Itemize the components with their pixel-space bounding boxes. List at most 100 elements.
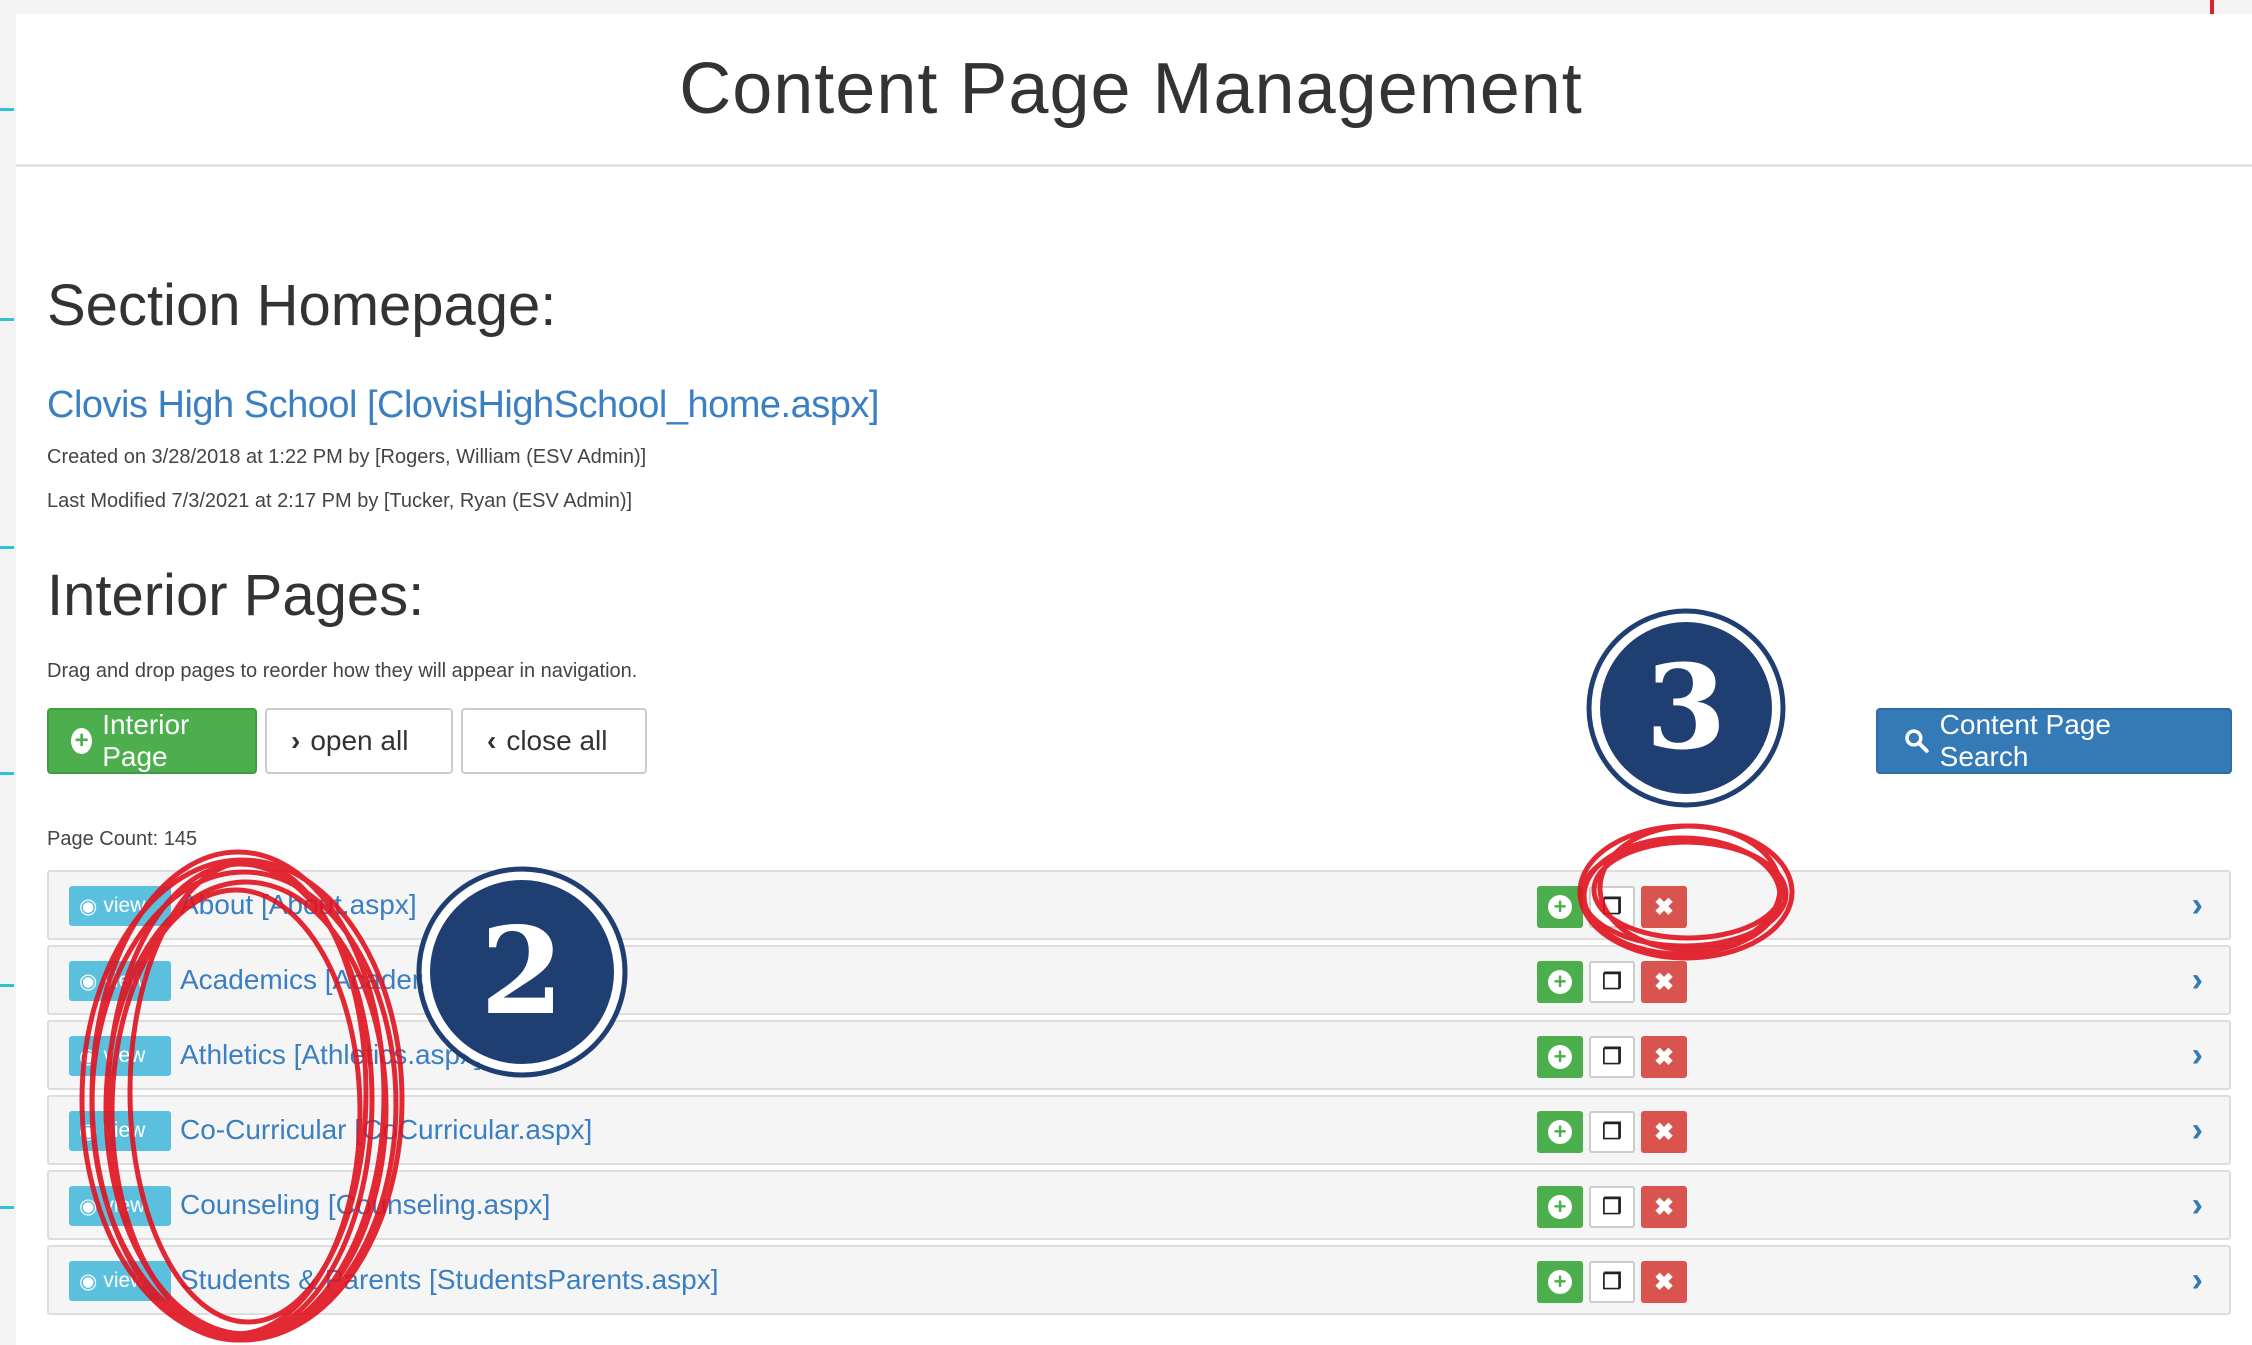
- delete-page-button[interactable]: ✖: [1641, 1261, 1687, 1303]
- list-item[interactable]: ◉ view Students & Parents [StudentsParen…: [47, 1245, 2231, 1315]
- view-label: view: [103, 969, 146, 992]
- copy-page-button[interactable]: ❐: [1589, 1111, 1635, 1153]
- expand-chevron-icon[interactable]: ›: [2192, 886, 2203, 925]
- view-button[interactable]: ◉ view: [69, 886, 171, 926]
- copy-page-button[interactable]: ❐: [1589, 1261, 1635, 1303]
- close-icon: ✖: [1653, 1118, 1675, 1146]
- page-link[interactable]: About [About.aspx]: [180, 889, 417, 921]
- copy-icon: ❐: [1602, 1269, 1622, 1294]
- interior-page-list: ◉ view About [About.aspx] + ❐ ✖ › ◉ view…: [47, 870, 2231, 1320]
- view-button[interactable]: ◉ view: [69, 1261, 171, 1301]
- page-header: Content Page Management: [16, 14, 2252, 167]
- copy-icon: ❐: [1602, 1119, 1622, 1144]
- content-panel: Content Page Management Section Homepage…: [16, 14, 2252, 1345]
- modified-info: Last Modified 7/3/2021 at 2:17 PM by [Tu…: [47, 490, 633, 512]
- close-icon: ✖: [1653, 893, 1675, 921]
- chevron-right-icon: ›: [291, 725, 301, 756]
- page-link[interactable]: Academics [Academics.aspx]: [180, 964, 544, 996]
- eye-icon: ◉: [79, 969, 98, 993]
- open-all-label: open all: [310, 725, 409, 756]
- eye-icon: ◉: [79, 1044, 98, 1068]
- content-page-search-button[interactable]: Content Page Search: [1876, 708, 2232, 774]
- row-actions: + ❐ ✖: [1537, 886, 1687, 928]
- add-subpage-button[interactable]: +: [1537, 886, 1583, 928]
- view-button[interactable]: ◉ view: [69, 1186, 171, 1226]
- page-link[interactable]: Co-Curricular [CoCurricular.aspx]: [180, 1114, 592, 1146]
- close-all-label: close all: [506, 725, 608, 756]
- view-button[interactable]: ◉ view: [69, 961, 171, 1001]
- page-toolbar: + Interior Page › open all ‹ close all: [47, 708, 647, 774]
- view-button[interactable]: ◉ view: [69, 1111, 171, 1151]
- page-link[interactable]: Counseling [Counseling.aspx]: [180, 1189, 550, 1221]
- eye-icon: ◉: [79, 1269, 98, 1293]
- plus-circle-icon: +: [71, 728, 93, 754]
- row-actions: + ❐ ✖: [1537, 1111, 1687, 1153]
- add-interior-page-label: Interior Page: [102, 709, 190, 772]
- row-actions: + ❐ ✖: [1537, 1261, 1687, 1303]
- plus-circle-icon: +: [1548, 1194, 1572, 1219]
- plus-circle-icon: +: [1548, 1044, 1572, 1069]
- copy-icon: ❐: [1602, 1044, 1622, 1069]
- add-interior-page-button[interactable]: + Interior Page: [47, 708, 257, 774]
- expand-chevron-icon[interactable]: ›: [2192, 961, 2203, 1000]
- view-label: view: [103, 894, 146, 917]
- add-subpage-button[interactable]: +: [1537, 1261, 1583, 1303]
- eye-icon: ◉: [79, 1194, 98, 1218]
- expand-chevron-icon[interactable]: ›: [2192, 1036, 2203, 1075]
- view-button[interactable]: ◉ view: [69, 1036, 171, 1076]
- copy-icon: ❐: [1602, 894, 1622, 919]
- copy-page-button[interactable]: ❐: [1589, 1036, 1635, 1078]
- list-item[interactable]: ◉ view About [About.aspx] + ❐ ✖ ›: [47, 870, 2231, 940]
- corner-mark: [2210, 0, 2214, 14]
- view-label: view: [103, 1269, 146, 1292]
- close-all-button[interactable]: ‹ close all: [461, 708, 647, 774]
- close-icon: ✖: [1653, 968, 1675, 996]
- plus-circle-icon: +: [1548, 1269, 1572, 1294]
- copy-page-button[interactable]: ❐: [1589, 1186, 1635, 1228]
- copy-icon: ❐: [1602, 1194, 1622, 1219]
- search-icon: [1905, 729, 1929, 753]
- list-item[interactable]: ◉ view Athletics [Athletics.aspx] + ❐ ✖ …: [47, 1020, 2231, 1090]
- delete-page-button[interactable]: ✖: [1641, 961, 1687, 1003]
- open-all-button[interactable]: › open all: [265, 708, 453, 774]
- add-subpage-button[interactable]: +: [1537, 1186, 1583, 1228]
- page-count: Page Count: 145: [47, 828, 198, 850]
- list-item[interactable]: ◉ view Co-Curricular [CoCurricular.aspx]…: [47, 1095, 2231, 1165]
- add-subpage-button[interactable]: +: [1537, 1111, 1583, 1153]
- eye-icon: ◉: [79, 1119, 98, 1143]
- page-link[interactable]: Athletics [Athletics.aspx]: [180, 1039, 482, 1071]
- plus-circle-icon: +: [1548, 969, 1572, 994]
- row-actions: + ❐ ✖: [1537, 1186, 1687, 1228]
- copy-page-button[interactable]: ❐: [1589, 886, 1635, 928]
- section-homepage-heading: Section Homepage:: [47, 273, 557, 338]
- add-subpage-button[interactable]: +: [1537, 1036, 1583, 1078]
- copy-page-button[interactable]: ❐: [1589, 961, 1635, 1003]
- expand-chevron-icon[interactable]: ›: [2192, 1186, 2203, 1225]
- page-link[interactable]: Students & Parents [StudentsParents.aspx…: [180, 1264, 719, 1296]
- row-actions: + ❐ ✖: [1537, 961, 1687, 1003]
- section-homepage-link[interactable]: Clovis High School [ClovisHighSchool_hom…: [47, 384, 879, 427]
- list-item[interactable]: ◉ view Counseling [Counseling.aspx] + ❐ …: [47, 1170, 2231, 1240]
- delete-page-button[interactable]: ✖: [1641, 1186, 1687, 1228]
- expand-chevron-icon[interactable]: ›: [2192, 1261, 2203, 1300]
- view-label: view: [103, 1044, 146, 1067]
- delete-page-button[interactable]: ✖: [1641, 886, 1687, 928]
- eye-icon: ◉: [79, 894, 98, 918]
- add-subpage-button[interactable]: +: [1537, 961, 1583, 1003]
- interior-pages-heading: Interior Pages:: [47, 563, 425, 628]
- expand-chevron-icon[interactable]: ›: [2192, 1111, 2203, 1150]
- close-icon: ✖: [1653, 1043, 1675, 1071]
- page-title: Content Page Management: [679, 49, 1583, 129]
- plus-circle-icon: +: [1548, 894, 1572, 919]
- close-icon: ✖: [1653, 1193, 1675, 1221]
- copy-icon: ❐: [1602, 969, 1622, 994]
- created-info: Created on 3/28/2018 at 1:22 PM by [Roge…: [47, 446, 647, 468]
- delete-page-button[interactable]: ✖: [1641, 1111, 1687, 1153]
- reorder-hint: Drag and drop pages to reorder how they …: [47, 660, 638, 682]
- view-label: view: [103, 1119, 146, 1142]
- view-label: view: [103, 1194, 146, 1217]
- content-page-search-label: Content Page Search: [1939, 709, 2111, 772]
- delete-page-button[interactable]: ✖: [1641, 1036, 1687, 1078]
- list-item[interactable]: ◉ view Academics [Academics.aspx] + ❐ ✖ …: [47, 945, 2231, 1015]
- close-icon: ✖: [1653, 1268, 1675, 1296]
